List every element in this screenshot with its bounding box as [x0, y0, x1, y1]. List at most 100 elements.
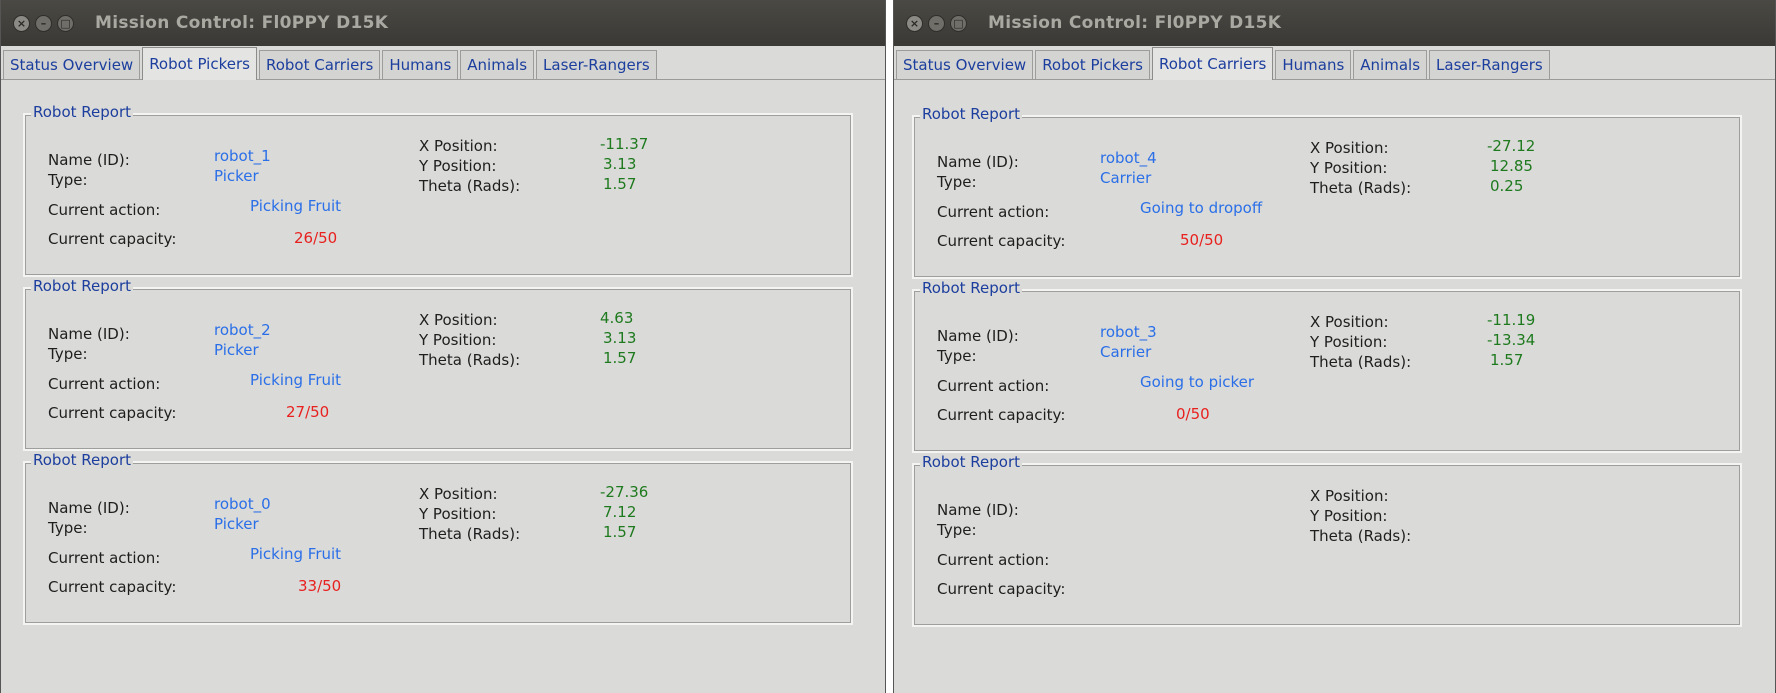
tab-robot-carriers[interactable]: Robot Carriers: [1151, 47, 1274, 80]
theta-value: 1.57: [603, 349, 637, 367]
name-label: Name (ID):: [48, 325, 130, 343]
window-title: Mission Control: Fl0PPY D15K: [988, 13, 1282, 33]
robot-report: Robot Report Name (ID): robot_2 Type: Pi…: [23, 277, 853, 451]
minimize-icon[interactable]: –: [928, 14, 945, 32]
theta-label: Theta (Rads):: [419, 525, 521, 543]
name-label: Name (ID):: [48, 151, 130, 169]
name-label: Name (ID):: [937, 153, 1019, 171]
type-label: Type:: [937, 521, 977, 539]
tab-bar: Status Overview Robot Pickers Robot Carr…: [1, 46, 885, 80]
x-position-value: 4.63: [600, 309, 634, 327]
minimize-icon[interactable]: –: [35, 14, 52, 32]
robot-type-value: Picker: [214, 341, 259, 359]
action-label: Current action:: [937, 377, 1050, 395]
maximize-icon[interactable]: □: [57, 14, 74, 32]
theta-label: Theta (Rads):: [1310, 527, 1412, 545]
capacity-label: Current capacity:: [937, 232, 1066, 250]
report-title: Robot Report: [31, 103, 133, 121]
theta-label: Theta (Rads):: [1310, 179, 1412, 197]
name-label: Name (ID):: [937, 501, 1019, 519]
robot-name-value: robot_0: [214, 495, 271, 513]
report-title: Robot Report: [920, 453, 1022, 471]
close-icon[interactable]: ×: [906, 14, 923, 32]
tab-robot-pickers[interactable]: Robot Pickers: [142, 47, 257, 80]
theta-label: Theta (Rads):: [419, 177, 521, 195]
y-position-label: Y Position:: [419, 331, 497, 349]
title-bar: × – □ Mission Control: Fl0PPY D15K: [1, 0, 885, 46]
tab-animals[interactable]: Animals: [1353, 50, 1428, 79]
capacity-value: 26/50: [294, 229, 338, 247]
x-position-value: -27.12: [1487, 137, 1536, 155]
theta-label: Theta (Rads):: [419, 351, 521, 369]
capacity-label: Current capacity:: [937, 406, 1066, 424]
report-title: Robot Report: [920, 105, 1022, 123]
tab-status-overview[interactable]: Status Overview: [3, 50, 141, 79]
type-label: Type:: [48, 519, 88, 537]
type-label: Type:: [48, 345, 88, 363]
y-position-label: Y Position:: [1310, 507, 1388, 525]
y-position-value: 7.12: [603, 503, 637, 521]
robot-type-value: Carrier: [1100, 169, 1152, 187]
capacity-label: Current capacity:: [48, 230, 177, 248]
y-position-label: Y Position:: [1310, 333, 1388, 351]
tab-laser-rangers[interactable]: Laser-Rangers: [1429, 50, 1550, 79]
tab-humans[interactable]: Humans: [1275, 50, 1352, 79]
type-label: Type:: [48, 171, 88, 189]
tab-laser-rangers[interactable]: Laser-Rangers: [536, 50, 657, 79]
robot-report: Robot Report Name (ID): Type: Current ac…: [912, 453, 1742, 627]
theta-label: Theta (Rads):: [1310, 353, 1412, 371]
x-position-value: -11.19: [1487, 311, 1536, 329]
robot-report: Robot Report Name (ID): robot_1 Type: Pi…: [23, 103, 853, 277]
robot-name-value: robot_3: [1100, 323, 1157, 341]
x-position-label: X Position:: [419, 311, 498, 329]
close-icon[interactable]: ×: [13, 14, 30, 32]
maximize-icon[interactable]: □: [950, 14, 967, 32]
x-position-label: X Position:: [1310, 313, 1389, 331]
name-label: Name (ID):: [937, 327, 1019, 345]
report-title: Robot Report: [31, 451, 133, 469]
robot-type-value: Carrier: [1100, 343, 1152, 361]
theta-value: 0.25: [1490, 177, 1524, 195]
action-label: Current action:: [937, 203, 1050, 221]
action-value: Going to picker: [1140, 373, 1255, 391]
tab-humans[interactable]: Humans: [382, 50, 459, 79]
robot-name-value: robot_4: [1100, 149, 1157, 167]
x-position-label: X Position:: [419, 485, 498, 503]
title-bar: × – □ Mission Control: Fl0PPY D15K: [894, 0, 1775, 46]
capacity-label: Current capacity:: [937, 580, 1066, 598]
robot-report: Robot Report Name (ID): robot_3 Type: Ca…: [912, 279, 1742, 453]
y-position-value: 3.13: [603, 329, 637, 347]
x-position-label: X Position:: [419, 137, 498, 155]
capacity-value: 33/50: [298, 577, 342, 595]
window-title: Mission Control: Fl0PPY D15K: [95, 13, 389, 33]
y-position-value: 3.13: [603, 155, 637, 173]
robot-report: Robot Report Name (ID): robot_4 Type: Ca…: [912, 105, 1742, 279]
robot-type-value: Picker: [214, 515, 259, 533]
action-label: Current action:: [48, 549, 161, 567]
robot-type-value: Picker: [214, 167, 259, 185]
robot-report: Robot Report Name (ID): robot_0 Type: Pi…: [23, 451, 853, 625]
action-label: Current action:: [48, 375, 161, 393]
capacity-value: 50/50: [1180, 231, 1224, 249]
action-value: Going to dropoff: [1140, 199, 1263, 217]
tab-animals[interactable]: Animals: [460, 50, 535, 79]
action-label: Current action:: [48, 201, 161, 219]
theta-value: 1.57: [603, 175, 637, 193]
x-position-label: X Position:: [1310, 139, 1389, 157]
y-position-value: -13.34: [1487, 331, 1536, 349]
theta-value: 1.57: [1490, 351, 1524, 369]
tab-bar: Status Overview Robot Pickers Robot Carr…: [894, 46, 1775, 80]
action-label: Current action:: [937, 551, 1050, 569]
report-title: Robot Report: [31, 277, 133, 295]
capacity-value: 27/50: [286, 403, 330, 421]
tab-robot-pickers[interactable]: Robot Pickers: [1035, 50, 1150, 79]
mission-control-window-carriers: × – □ Mission Control: Fl0PPY D15K Statu…: [893, 0, 1776, 693]
type-label: Type:: [937, 347, 977, 365]
y-position-value: 12.85: [1490, 157, 1533, 175]
capacity-label: Current capacity:: [48, 404, 177, 422]
y-position-label: Y Position:: [1310, 159, 1388, 177]
tab-status-overview[interactable]: Status Overview: [896, 50, 1034, 79]
robot-name-value: robot_2: [214, 321, 271, 339]
action-value: Picking Fruit: [250, 197, 342, 215]
tab-robot-carriers[interactable]: Robot Carriers: [258, 50, 381, 79]
